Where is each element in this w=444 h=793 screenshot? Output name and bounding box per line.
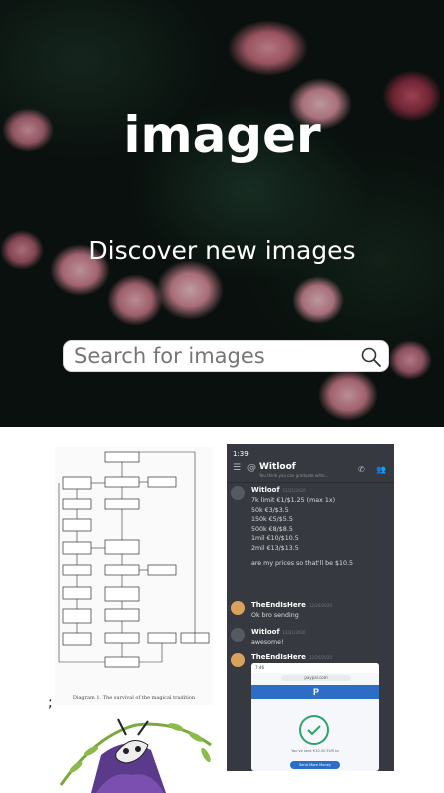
- payment-url: paypal.com: [281, 675, 351, 681]
- site-title: imager: [123, 106, 321, 164]
- gallery-image-chat-screenshot[interactable]: 1:39 ☰ @ Witloof You think you can gradu…: [227, 444, 394, 771]
- flowchart-graphic: [58, 451, 210, 668]
- avatar: [231, 628, 245, 642]
- search-input[interactable]: [74, 341, 354, 371]
- send-more-button: Send More Money: [290, 761, 340, 769]
- chat-message: Witloof 12/21/2020 awesome!: [231, 628, 391, 648]
- message-author: Witloof 12/21/2020: [251, 628, 306, 636]
- payment-note: You've sent €10.50 EUR to: [291, 749, 339, 753]
- chat-message: Witloof 12/21/2020 7k limit €1/$1.25 (max…: [231, 486, 391, 567]
- message-author: TheEndIsHere 12/20/2020: [251, 601, 332, 609]
- gallery-image-illustration[interactable]: [56, 715, 216, 793]
- members-icon: 👥: [376, 465, 386, 474]
- stray-text: ;: [48, 695, 53, 711]
- menu-icon: ☰: [233, 463, 242, 473]
- payment-status-bar: 7:46: [251, 663, 379, 673]
- illustration-graphic: [59, 718, 212, 793]
- gallery-image-diagram[interactable]: Diagram 1. The survival of the magical t…: [55, 447, 213, 705]
- chat-status-time: 1:39: [233, 450, 249, 458]
- chat-header-sub: You think you can graduate witlo...: [259, 473, 329, 478]
- message-body: Ok bro sending: [251, 612, 299, 619]
- image-gallery: Diagram 1. The survival of the magical t…: [0, 427, 444, 793]
- paypal-logo-icon: P: [312, 687, 319, 697]
- at-icon: @: [247, 463, 256, 473]
- call-icon: ✆: [358, 465, 365, 474]
- payment-screenshot: 7:46 paypal.com P You've sent €10.50 EUR…: [251, 663, 379, 771]
- success-check-icon: [299, 715, 329, 745]
- avatar: [231, 601, 245, 615]
- message-body: awesome!: [251, 639, 284, 646]
- search-icon[interactable]: [360, 346, 382, 368]
- message-author: TheEndIsHere 12/20/2020: [251, 653, 332, 661]
- message-body: 7k limit €1/$1.25 (max 1x) 50k €3/$3.5 1…: [251, 497, 354, 567]
- chat-message: TheEndIsHere 12/20/2020 Ok bro sending: [231, 601, 391, 621]
- chat-header: ☰ @ Witloof You think you can graduate w…: [227, 460, 394, 483]
- diagram-caption: Diagram 1. The survival of the magical t…: [72, 695, 196, 701]
- site-tagline: Discover new images: [88, 236, 356, 265]
- hero-banner: imager Discover new images: [0, 0, 444, 427]
- message-author: Witloof 12/21/2020: [251, 486, 306, 494]
- avatar: [231, 486, 245, 500]
- chat-header-name: Witloof: [259, 462, 296, 472]
- avatar: [231, 653, 245, 667]
- search-bar: [63, 340, 389, 372]
